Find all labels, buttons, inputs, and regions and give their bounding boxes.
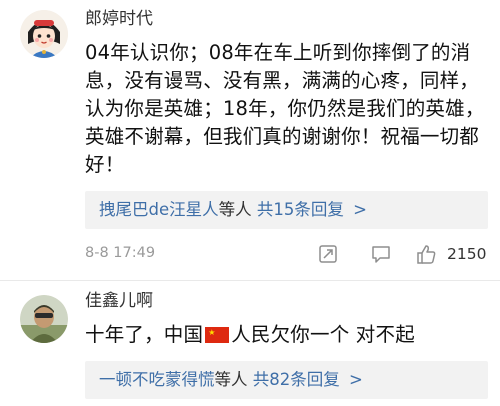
avatar[interactable] xyxy=(20,295,68,343)
comment-text: 十年了，中国 ★ 人民欠你一个 对不起 xyxy=(85,321,490,349)
reply-suffix: 等人 xyxy=(214,370,248,389)
reply-username[interactable]: 拽尾巴de汪星人 xyxy=(99,200,219,219)
china-flag-icon: ★ xyxy=(205,327,230,343)
person-photo-avatar-icon xyxy=(20,295,68,343)
comment-icon[interactable] xyxy=(370,243,392,265)
timestamp: 8-8 17:49 xyxy=(85,245,156,261)
reply-summary[interactable]: 拽尾巴de汪星人等人 共15条回复 > xyxy=(85,191,488,229)
chevron-right-icon: > xyxy=(349,370,363,389)
avatar[interactable] xyxy=(20,10,68,58)
reply-count[interactable]: 共15条回复 xyxy=(257,200,344,219)
reply-suffix: 等人 xyxy=(218,200,252,219)
cartoon-girl-avatar-icon xyxy=(20,10,68,58)
comment-meta: 8-8 17:49 2150 xyxy=(85,241,488,269)
comment-text-part: 人民欠你一个 对不起 xyxy=(231,323,415,346)
comment-username[interactable]: 郎婷时代 xyxy=(85,9,153,29)
share-icon[interactable] xyxy=(317,243,339,265)
chevron-right-icon: > xyxy=(353,200,367,219)
comment-username[interactable]: 佳鑫儿啊 xyxy=(85,291,153,311)
thumbs-up-icon[interactable] xyxy=(415,243,437,265)
comment-item: 郎婷时代 04年认识你；08年在车上听到你摔倒了的消息，没有谩骂、没有黑，满满的… xyxy=(0,0,500,280)
reply-count[interactable]: 共82条回复 xyxy=(253,370,340,389)
like-count: 2150 xyxy=(447,245,487,263)
reply-username[interactable]: 一顿不吃蒙得慌 xyxy=(99,370,215,389)
reply-summary[interactable]: 一顿不吃蒙得慌等人 共82条回复 > xyxy=(85,361,488,399)
comment-text: 04年认识你；08年在车上听到你摔倒了的消息，没有谩骂、没有黑，满满的心疼，同样… xyxy=(85,41,485,176)
comment-item: 佳鑫儿啊 十年了，中国 ★ 人民欠你一个 对不起 一顿不吃蒙得慌等人 共82条回复 … xyxy=(0,281,500,406)
comment-text-part: 十年了，中国 xyxy=(85,323,204,346)
